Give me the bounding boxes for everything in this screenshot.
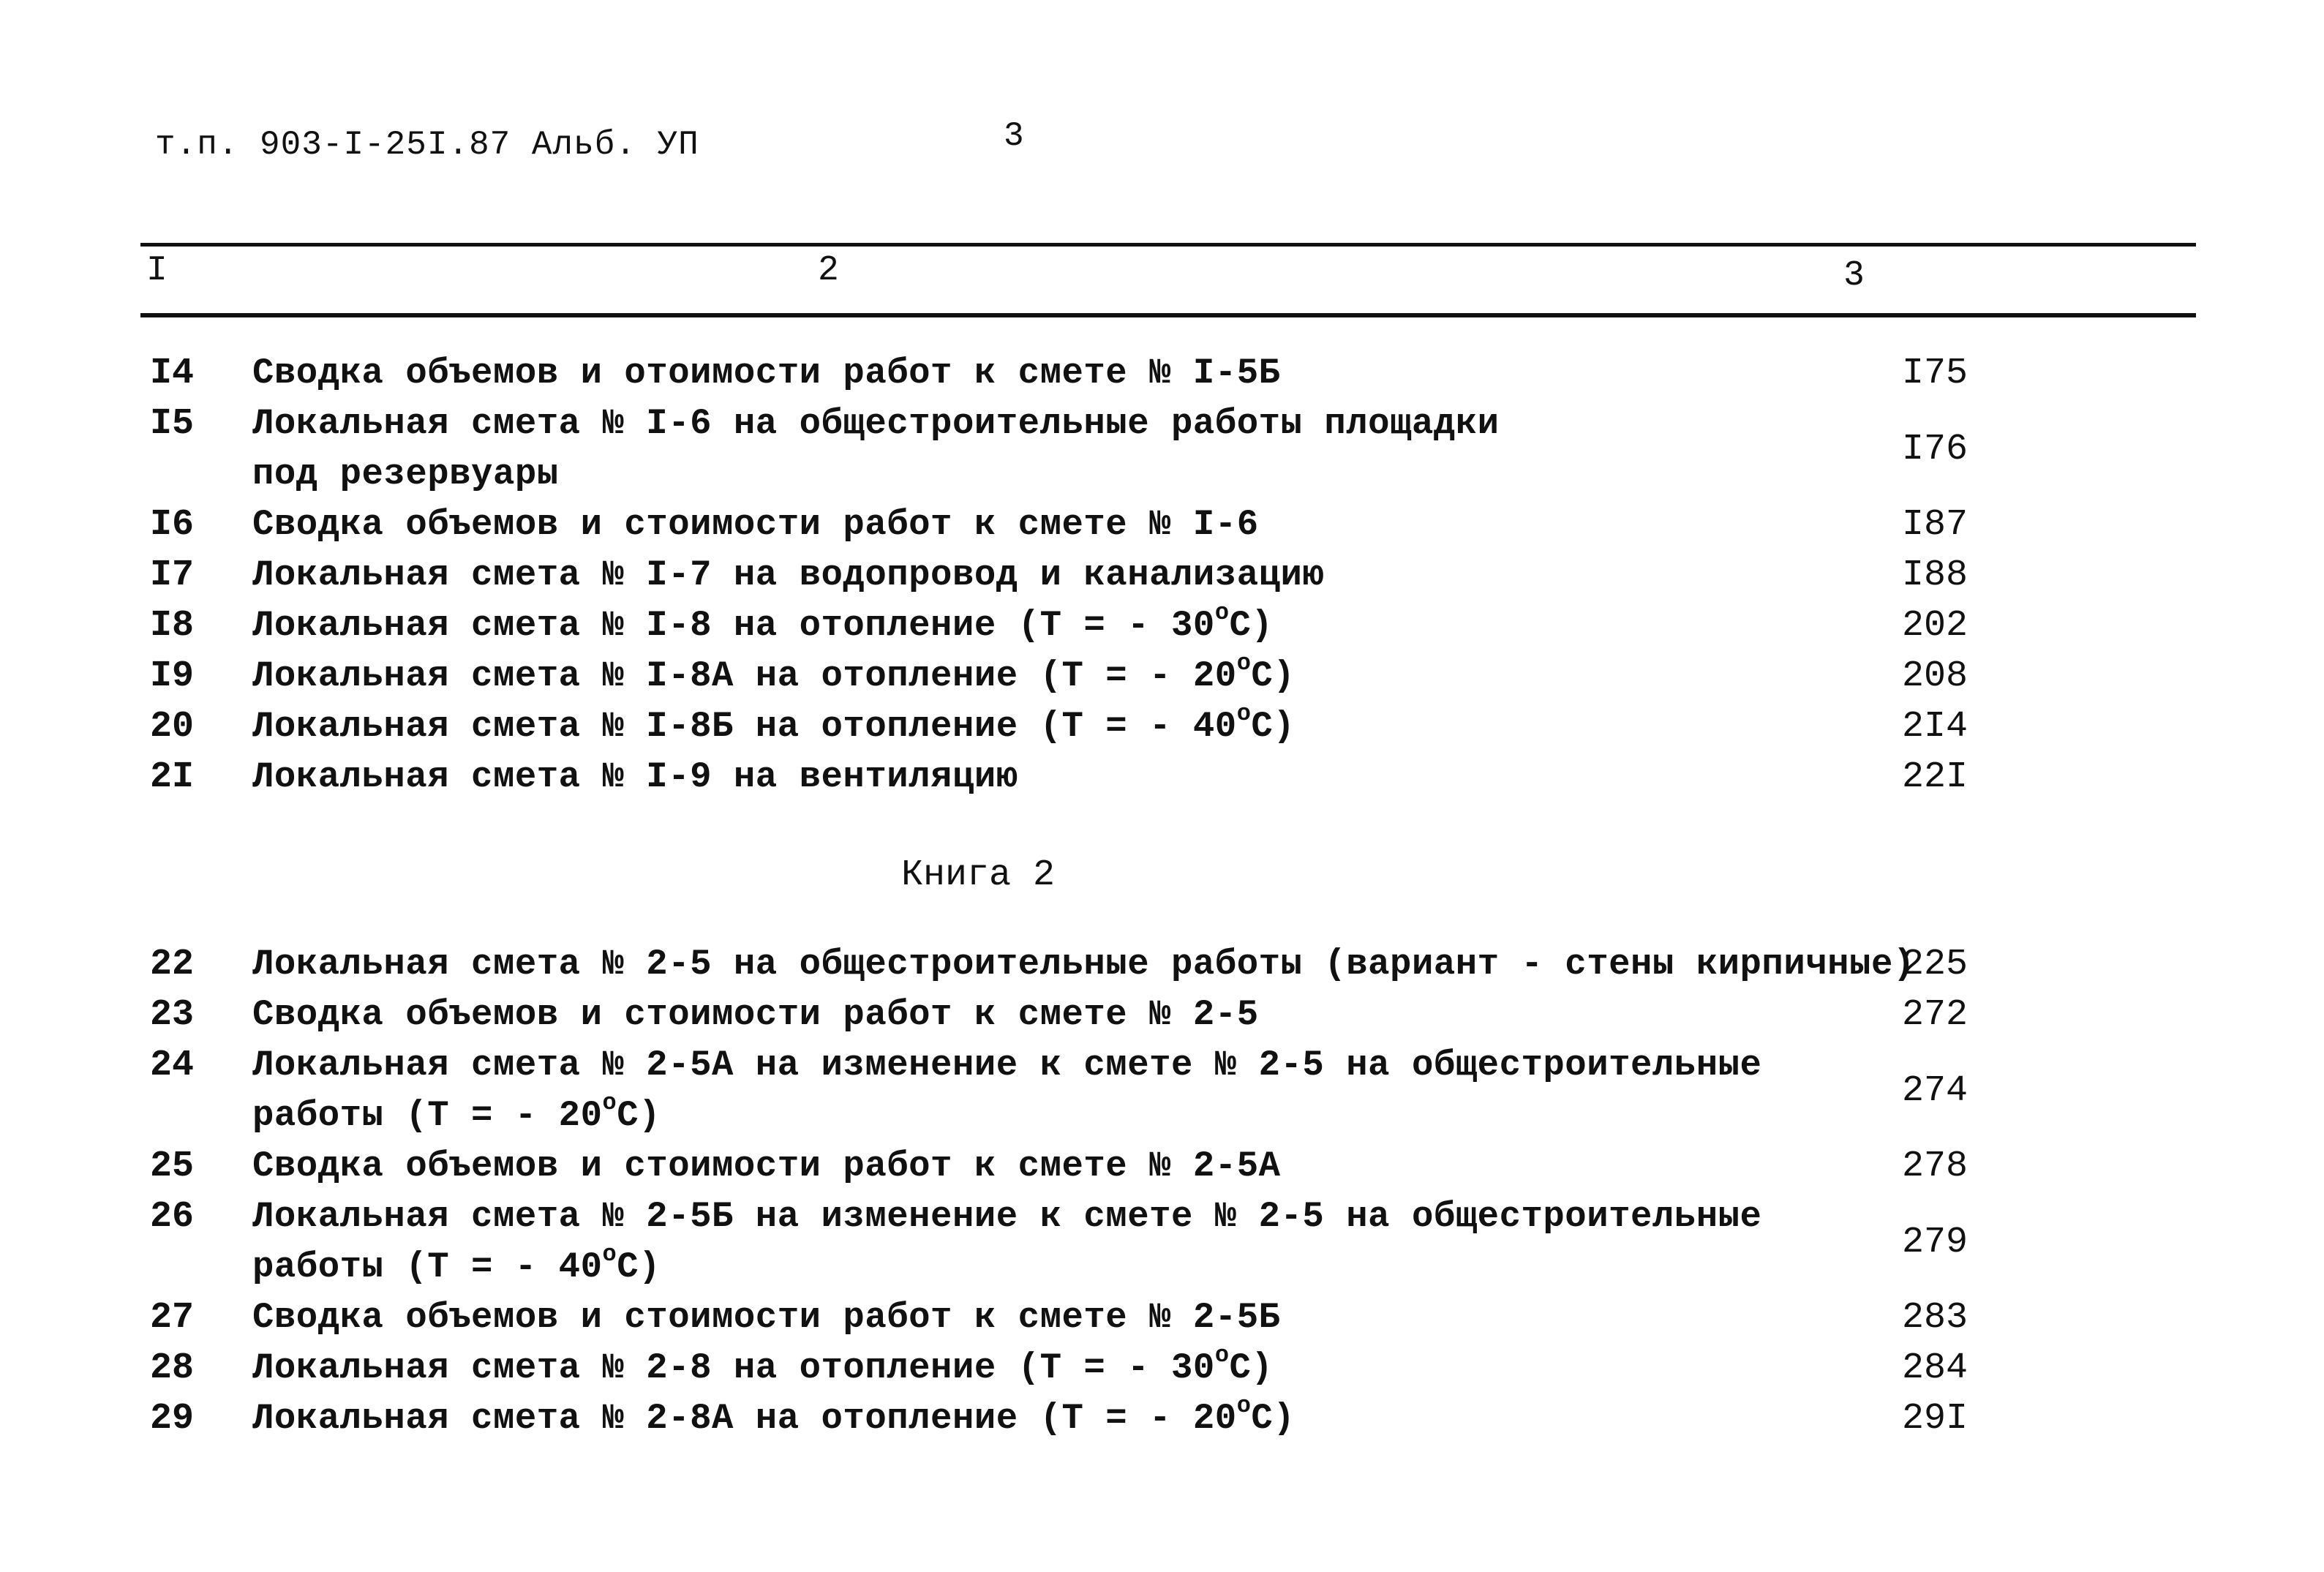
- row-page: 225: [1902, 944, 1968, 985]
- row-page: 22I: [1902, 756, 1968, 798]
- row-page: 284: [1902, 1347, 1968, 1389]
- row-number: I7: [150, 554, 195, 596]
- column-header-2: 2: [818, 251, 839, 290]
- row-title: Сводка объемов и стоимости работ к смете…: [252, 994, 1259, 1035]
- row-number: I4: [150, 353, 195, 394]
- table-row: I7 Локальная смета № I-7 на водопровод и …: [0, 554, 2324, 606]
- row-number: 22: [150, 944, 195, 985]
- row-page: 29I: [1902, 1398, 1968, 1440]
- row-title: Сводка объемов и стоимости работ к смете…: [252, 1297, 1281, 1338]
- table-row: I4 Сводка объемов и отоимости работ к сме…: [0, 353, 2324, 404]
- row-page: 274: [1902, 1069, 1968, 1112]
- table-row: 20 Локальная смета № I-8Б на отопление (Т…: [0, 700, 2324, 757]
- row-page: 202: [1902, 605, 1968, 647]
- row-number: 2I: [150, 756, 195, 798]
- row-title: Локальная смета № 2-5А на изменение к см…: [252, 1045, 1762, 1086]
- row-page: 278: [1902, 1146, 1968, 1187]
- row-title: Локальная смета № 2-5 на общестроительны…: [252, 944, 1915, 985]
- table-row: 28 Локальная смета № 2-8 на отопление (Т …: [0, 1342, 2324, 1399]
- row-title: Локальная смета № I-7 на водопровод и ка…: [252, 554, 1325, 595]
- row-title: Локальная смета № 2-8А на отопление (Т =…: [252, 1392, 1296, 1440]
- row-title: Локальная смета № I-9 на вентиляцию: [252, 756, 1018, 797]
- table-row: 29 Локальная смета № 2-8А на отопление (Т…: [0, 1392, 2324, 1449]
- row-number: 20: [150, 706, 195, 748]
- row-number: 27: [150, 1297, 195, 1339]
- row-page: 272: [1902, 994, 1968, 1036]
- table-header-rule: [140, 313, 2196, 317]
- row-title: Сводка объемов и стоимости работ к смете…: [252, 504, 1259, 545]
- table-row: I8 Локальная смета № I-8 на отопление (Т …: [0, 599, 2324, 656]
- table-row: 2I Локальная смета № I-9 на вентиляцию 22I: [0, 756, 2324, 808]
- row-number: 24: [150, 1045, 195, 1086]
- row-number: 25: [150, 1146, 195, 1187]
- row-number: 23: [150, 994, 195, 1036]
- row-title: Локальная смета № 2-5Б на изменение к см…: [252, 1196, 1762, 1237]
- row-title: работы (Т = - 40oС): [252, 1241, 661, 1288]
- table-row: 26 Локальная смета № 2-5Б на изменение к …: [0, 1196, 2324, 1287]
- row-title: Локальная смета № 2-8 на отопление (Т = …: [252, 1342, 1274, 1389]
- row-number: I5: [150, 403, 195, 445]
- row-page: 283: [1902, 1297, 1968, 1339]
- row-title: работы (Т = - 20oС): [252, 1089, 661, 1137]
- row-title: Локальная смета № I-6 на общестроительны…: [252, 403, 1500, 444]
- column-header-1: I: [146, 251, 168, 290]
- table-row: 22 Локальная смета № 2-5 на общестроитель…: [0, 944, 2324, 995]
- table-row: I9 Локальная смета № I-8А на отопление (Т…: [0, 650, 2324, 707]
- document-code: т.п. 903-I-25I.87 Альб. УП: [155, 126, 699, 164]
- row-number: I6: [150, 504, 195, 546]
- table-row: 25 Сводка объемов и стоимости работ к сме…: [0, 1146, 2324, 1197]
- row-number: 28: [150, 1347, 195, 1389]
- row-page: I87: [1902, 504, 1968, 546]
- row-title: Сводка объемов и стоимости работ к смете…: [252, 1146, 1281, 1186]
- row-page: 279: [1902, 1221, 1968, 1263]
- row-number: 26: [150, 1196, 195, 1238]
- row-title: Локальная смета № I-8А на отопление (Т =…: [252, 650, 1296, 697]
- table-top-rule: [140, 243, 2196, 247]
- row-number: 29: [150, 1398, 195, 1440]
- column-header-3: 3: [1843, 256, 1865, 296]
- table-row: 27 Сводка объемов и стоимости работ к сме…: [0, 1297, 2324, 1348]
- row-title: под резервуары: [252, 454, 559, 494]
- row-title: Локальная смета № I-8 на отопление (Т = …: [252, 599, 1274, 647]
- row-page: I76: [1902, 428, 1968, 470]
- row-number: I8: [150, 605, 195, 647]
- row-page: I75: [1902, 353, 1968, 394]
- row-page: 2I4: [1902, 706, 1968, 748]
- table-row: I5 Локальная смета № I-6 на общестроитель…: [0, 403, 2324, 494]
- row-page: I88: [1902, 554, 1968, 596]
- row-number: I9: [150, 655, 195, 697]
- row-title: Сводка объемов и отоимости работ к смете…: [252, 353, 1281, 394]
- book2-heading: Книга 2: [901, 854, 1056, 896]
- table-row: 23 Сводка объемов и стоимости работ к сме…: [0, 994, 2324, 1045]
- page-number: 3: [1004, 117, 1025, 155]
- table-row: I6 Сводка объемов и стоимости работ к сме…: [0, 504, 2324, 555]
- table-row: 24 Локальная смета № 2-5А на изменение к …: [0, 1045, 2324, 1136]
- row-title: Локальная смета № I-8Б на отопление (Т =…: [252, 700, 1296, 748]
- row-page: 208: [1902, 655, 1968, 697]
